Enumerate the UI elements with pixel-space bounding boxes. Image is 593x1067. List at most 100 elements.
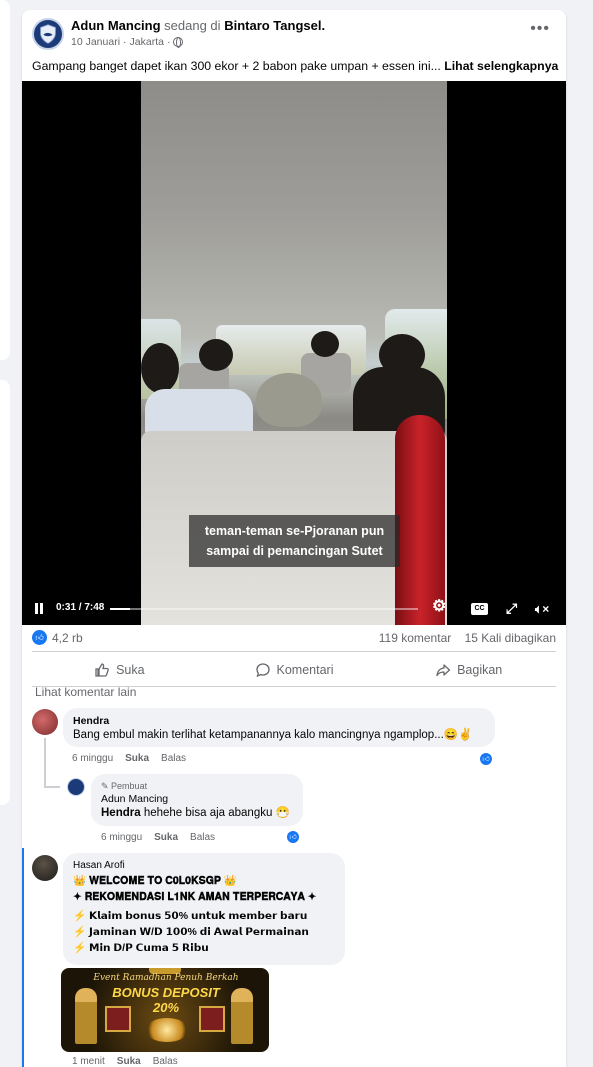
video-timecode: 0:31 / 7:48	[56, 602, 105, 613]
spam-line-4: ⚡ 𝗝𝗮𝗺𝗶𝗻𝗮𝗻 𝗪/𝗗 𝟭𝟬𝟬% 𝗱𝗶 𝗔𝘄𝗮𝗹 𝗣𝗲𝗿𝗺𝗮𝗶𝗻𝗮𝗻	[73, 926, 309, 938]
reply-text: hehehe bisa aja abangku 😷	[143, 807, 290, 819]
left-sidebar-card-top	[0, 0, 10, 360]
spam-comment-reply-button[interactable]: Balas	[153, 1056, 178, 1067]
share-button[interactable]: Bagikan	[381, 655, 556, 685]
reply-text-line: Hendra hehehe bisa aja abangku 😷	[101, 806, 293, 821]
thread-line-vertical	[44, 738, 46, 788]
stats-divider	[32, 651, 556, 652]
volume-muted-icon[interactable]: 🔈︎×	[535, 601, 549, 617]
passenger-head-2	[311, 331, 339, 357]
post-place: Jakarta	[129, 36, 164, 48]
post-header: Adun Mancing sedang di Bintaro Tangsel. …	[32, 18, 556, 58]
commenter-name[interactable]: Hendra	[73, 714, 485, 728]
red-rod-case	[395, 415, 445, 625]
reply-author-name[interactable]: Adun Mancing	[101, 792, 293, 806]
like-button[interactable]: Suka	[32, 655, 207, 685]
reply-bubble: ✎ Pembuat Adun Mancing Hendra hehehe bis…	[91, 774, 303, 826]
commenter-avatar-hasan[interactable]	[32, 855, 58, 881]
post-card: Adun Mancing sedang di Bintaro Tangsel. …	[22, 10, 566, 1067]
progress-fill	[110, 608, 131, 610]
passenger-head-1	[199, 339, 233, 371]
reply-time[interactable]: 6 minggu	[101, 832, 142, 843]
video-controls: 0:31 / 7:48 ⚙ CC ⤢ 🔈︎×	[22, 595, 566, 621]
location-link[interactable]: Bintaro Tangsel.	[224, 18, 325, 33]
post-date[interactable]: 10 Januari	[71, 36, 120, 48]
meta-separator-2: ·	[166, 36, 171, 48]
spam-comment-time[interactable]: 1 menit	[72, 1056, 105, 1067]
share-label: Bagikan	[457, 663, 503, 677]
promo-banner-image[interactable]: Event Ramadhan Penuh Berkah BONUS DEPOSI…	[61, 968, 269, 1052]
spam-comment-bubble: Hasan Arofi 👑 𝐖𝐄𝐋𝐂𝐎𝐌𝐄 𝐓𝐎 𝐂𝟎𝐋𝟎𝐊𝐒𝐆𝐏 👑 ✦ 𝐑𝐄…	[63, 853, 345, 965]
globe-icon	[173, 37, 184, 48]
banner-glow	[145, 1018, 189, 1042]
spam-comment-like-button[interactable]: Suka	[117, 1056, 141, 1067]
comment-button[interactable]: Komentari	[207, 655, 382, 685]
stats-right: 119 komentar 15 Kali dibagikan	[379, 631, 556, 645]
pause-icon[interactable]	[34, 603, 44, 614]
subtitle-line-2: sampai di pemancingan Sutet	[206, 544, 383, 558]
author-badge: ✎ Pembuat	[101, 781, 148, 791]
more-options-icon[interactable]: •••	[530, 21, 550, 37]
reply-avatar-adun[interactable]	[67, 778, 85, 796]
captions-cc-icon[interactable]: CC	[471, 603, 488, 615]
banner-figure-left	[75, 988, 97, 1044]
comment-bubble: Hendra Bang embul makin terlihat ketampa…	[63, 708, 495, 747]
banner-figure-right	[231, 988, 253, 1044]
author-badge-label: Pembuat	[111, 781, 148, 791]
like-reaction-icon: 👍︎	[32, 630, 47, 645]
comment-like-button[interactable]: Suka	[125, 753, 149, 764]
video-subtitle: teman-teman se-Pjoranan pun sampai di pe…	[189, 515, 400, 567]
like-count[interactable]: 4,2 rb	[52, 631, 83, 645]
share-count[interactable]: 15 Kali dibagikan	[465, 631, 556, 645]
like-label: Suka	[116, 663, 145, 677]
reply-like-button[interactable]: Suka	[154, 832, 178, 843]
banner-box-right	[199, 1006, 225, 1032]
passenger-head-4	[141, 343, 179, 393]
meta-separator: ·	[123, 36, 127, 48]
post-stats: 👍︎ 4,2 rb 119 komentar 15 Kali dibagikan	[32, 630, 556, 648]
spam-line-2: ✦ 𝐑𝐄𝐊𝐎𝐌𝐄𝐍𝐃𝐀𝐒𝐈 𝐋𝟏𝐍𝐊 𝐀𝐌𝐀𝐍 𝐓𝐄𝐑𝐏𝐄𝐑𝐂𝐀𝐘𝐀 ✦	[73, 891, 317, 903]
reply-mention[interactable]: Hendra	[101, 807, 141, 819]
reply-meta: 6 minggu Suka Balas	[101, 832, 215, 843]
spam-line-5: ⚡ 𝗠𝗶𝗻 𝗗/𝗣 𝗖𝘂𝗺𝗮 𝟱 𝗥𝗶𝗯𝘂	[73, 942, 209, 954]
subtitle-line-1: teman-teman se-Pjoranan pun	[204, 524, 385, 538]
status-prefix: sedang di	[164, 18, 221, 33]
spam-comment-meta: 1 menit Suka Balas	[72, 1056, 178, 1067]
video-player[interactable]: teman-teman se-Pjoranan pun sampai di pe…	[22, 81, 566, 625]
reply-like-reaction-icon: 👍︎	[286, 830, 300, 844]
comment-label: Komentari	[276, 663, 334, 677]
reply-reply-button[interactable]: Balas	[190, 832, 215, 843]
fullscreen-icon[interactable]: ⤢	[506, 600, 517, 616]
comment-meta: 6 minggu Suka Balas	[72, 753, 186, 764]
comment-count[interactable]: 119 komentar	[379, 631, 452, 645]
caption-text: Gampang banget dapet ikan 300 ekor + 2 b…	[32, 59, 441, 73]
post-meta: 10 Januari · Jakarta ·	[71, 36, 184, 48]
author-name[interactable]: Adun Mancing	[71, 18, 161, 33]
progress-bar[interactable]	[110, 608, 418, 610]
banner-box-left	[105, 1006, 131, 1032]
left-sidebar-card-bottom	[0, 380, 10, 805]
comment-like-reaction-icon: 👍︎	[479, 752, 493, 766]
shield-logo-icon	[40, 24, 56, 44]
share-arrow-icon	[436, 664, 451, 677]
comment-time[interactable]: 6 minggu	[72, 753, 113, 764]
see-more-link[interactable]: Lihat selengkapnya	[444, 59, 558, 73]
passenger-shirt-1	[145, 389, 253, 435]
new-comment-indicator	[22, 848, 24, 1067]
page-avatar[interactable]	[32, 18, 64, 50]
thread-line-corner	[44, 786, 60, 788]
comment-reply-button[interactable]: Balas	[161, 753, 186, 764]
spam-line-3: ⚡ 𝗞𝗹𝗮𝗶𝗺 𝗯𝗼𝗻𝘂𝘀 𝟱𝟬% 𝘂𝗻𝘁𝘂𝗸 𝗺𝗲𝗺𝗯𝗲𝗿 𝗯𝗮𝗿𝘂	[73, 910, 308, 922]
spam-line-1: 👑 𝐖𝐄𝐋𝐂𝐎𝐌𝐄 𝐓𝐎 𝐂𝟎𝐋𝟎𝐊𝐒𝐆𝐏 👑	[73, 875, 237, 887]
comment-bubble-icon	[255, 663, 270, 678]
banner-event-text: Event Ramadhan Penuh Berkah	[93, 973, 239, 983]
passenger-cap	[256, 373, 322, 427]
comment-text: Bang embul makin terlihat ketampanannya …	[73, 729, 473, 741]
post-caption: Gampang banget dapet ikan 300 ekor + 2 b…	[32, 58, 558, 74]
commenter-avatar-hendra[interactable]	[32, 709, 58, 735]
settings-gear-icon[interactable]: ⚙	[432, 599, 446, 615]
view-more-comments-link[interactable]: Lihat komentar lain	[35, 685, 136, 699]
author-line: Adun Mancing sedang di Bintaro Tangsel.	[71, 18, 325, 34]
post-actions: Suka Komentari Bagikan	[32, 655, 556, 685]
spam-commenter-name[interactable]: Hasan Arofi	[73, 859, 335, 873]
